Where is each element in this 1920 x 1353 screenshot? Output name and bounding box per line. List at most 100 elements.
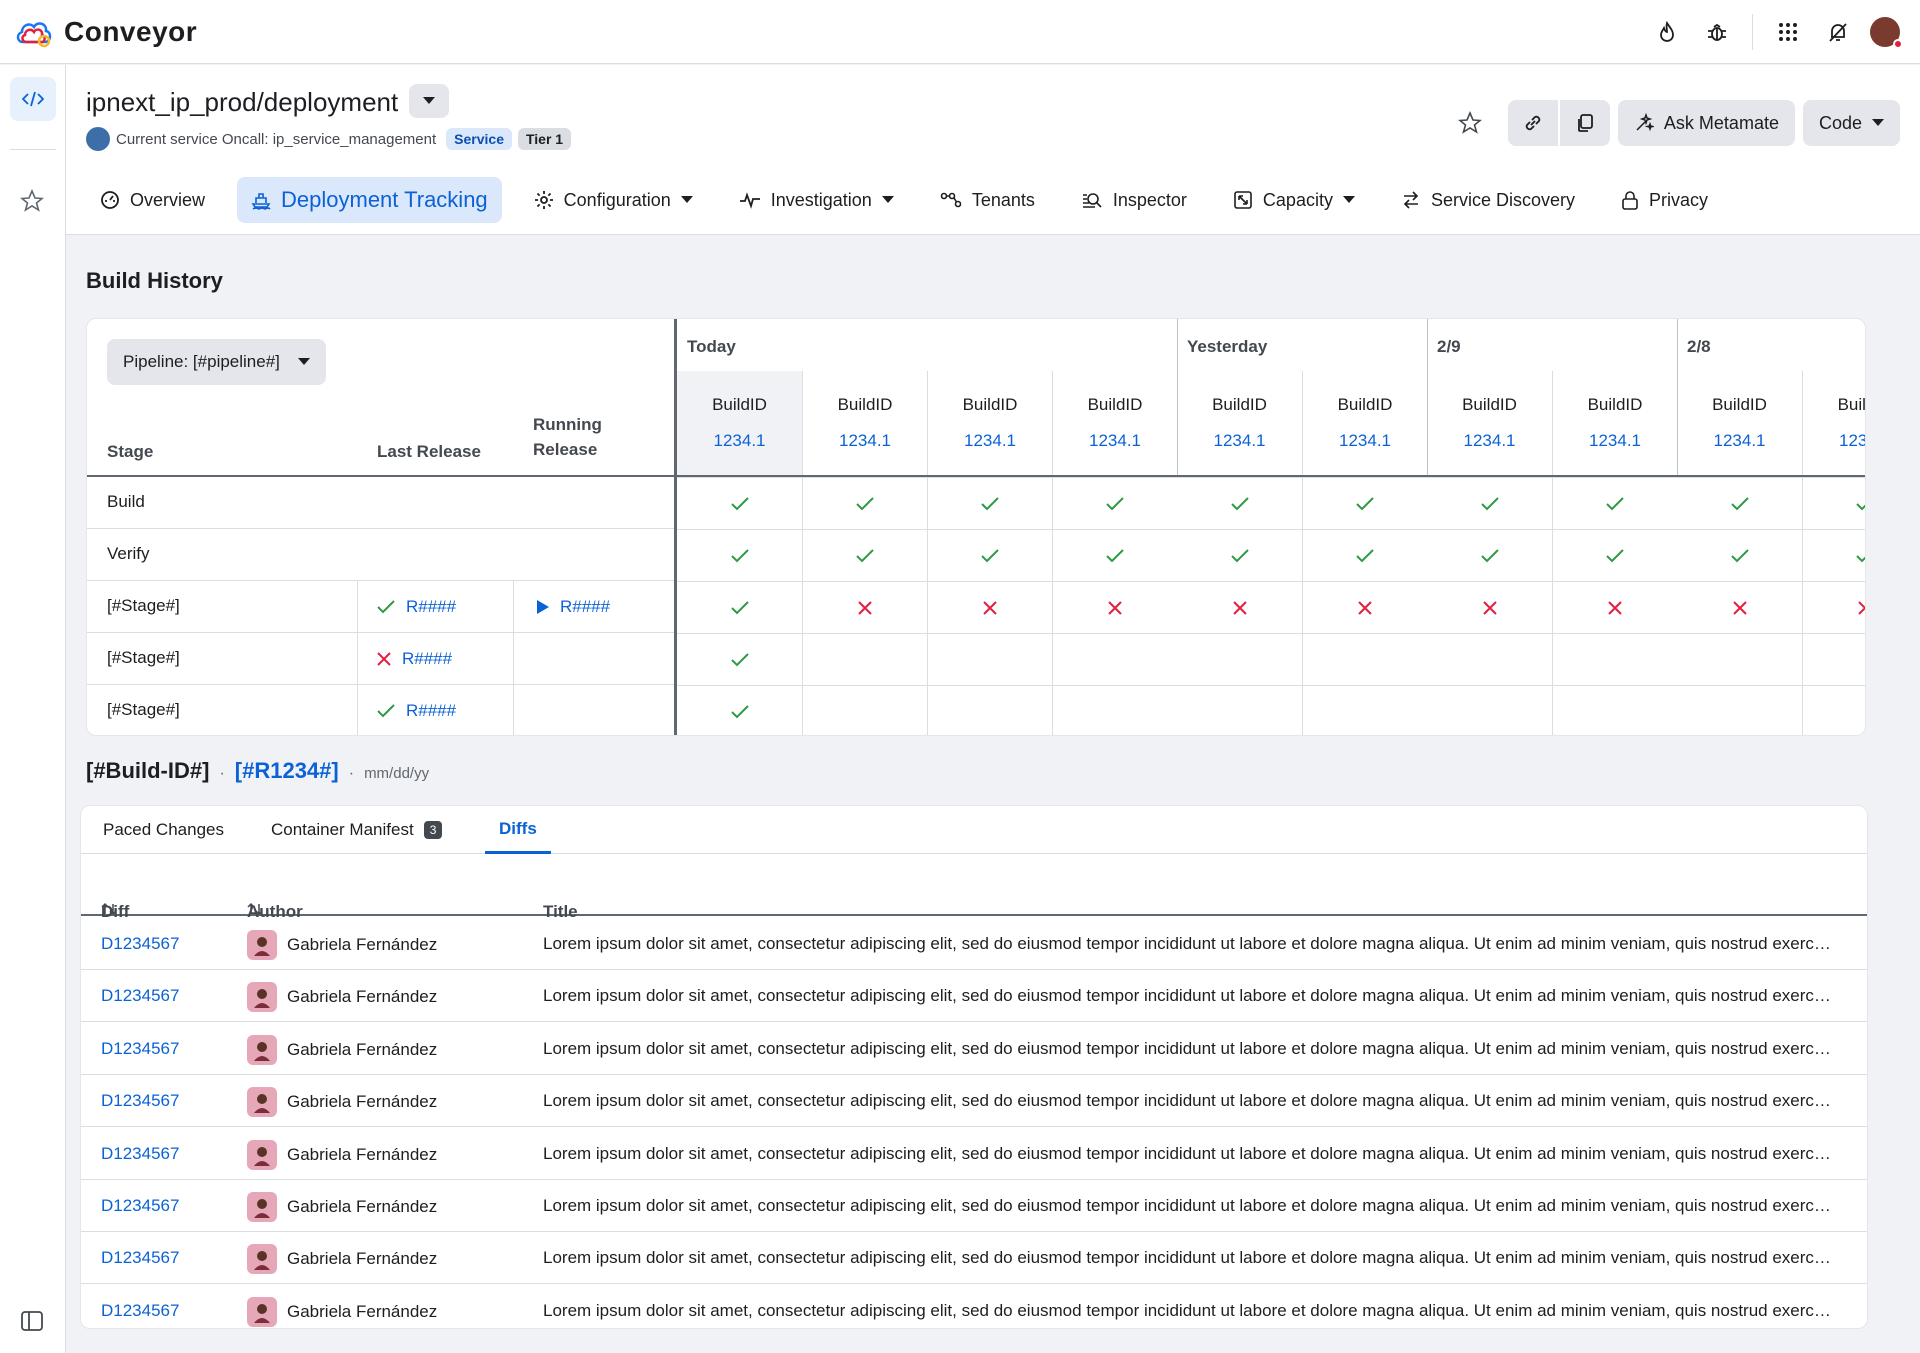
status-cell[interactable] <box>677 529 802 581</box>
tab-diffs[interactable]: Diffs <box>485 806 551 854</box>
author-avatar[interactable] <box>247 1139 277 1170</box>
status-cell[interactable] <box>1053 581 1177 633</box>
status-cell[interactable] <box>1677 581 1802 633</box>
status-cell[interactable] <box>1553 529 1677 581</box>
status-cell[interactable] <box>1303 477 1427 529</box>
status-cell[interactable] <box>1803 581 1865 633</box>
status-cell[interactable] <box>1053 477 1177 529</box>
status-cell[interactable] <box>677 581 802 633</box>
status-cell[interactable] <box>803 581 927 633</box>
tab-capacity[interactable]: Capacity <box>1219 177 1369 223</box>
author-name[interactable]: Gabriela Fernández <box>287 987 437 1007</box>
tab-privacy[interactable]: Privacy <box>1607 177 1722 223</box>
author-avatar[interactable] <box>247 1192 277 1222</box>
diff-link[interactable]: D1234567 <box>101 1039 179 1059</box>
diff-title[interactable]: Lorem ipsum dolor sit amet, consectetur … <box>543 1039 1833 1059</box>
build-number-link[interactable]: 1234.1 <box>928 431 1052 451</box>
build-number-link[interactable]: 1234.1 <box>1803 431 1865 451</box>
status-cell[interactable] <box>1303 529 1427 581</box>
status-cell[interactable] <box>803 477 927 529</box>
star-icon[interactable] <box>1450 100 1490 146</box>
brand[interactable]: Conveyor <box>14 14 197 50</box>
diff-link[interactable]: D1234567 <box>101 1144 179 1164</box>
status-cell[interactable] <box>1303 581 1427 633</box>
tab-inspector[interactable]: Inspector <box>1067 177 1201 223</box>
service-dropdown-button[interactable] <box>409 84 449 118</box>
status-cell[interactable] <box>677 633 802 685</box>
status-cell[interactable] <box>1177 581 1302 633</box>
status-cell[interactable] <box>1677 529 1802 581</box>
code-dropdown-button[interactable]: Code <box>1802 100 1900 146</box>
oncall-avatar[interactable] <box>86 127 110 151</box>
last-release-link[interactable]: R#### <box>402 649 452 669</box>
status-cell[interactable] <box>1053 529 1177 581</box>
release-link[interactable]: [#R1234#] <box>235 758 339 784</box>
tab-deployment-tracking[interactable]: Deployment Tracking <box>237 177 502 223</box>
build-number-link[interactable]: 1234.1 <box>677 431 802 451</box>
diff-title[interactable]: Lorem ipsum dolor sit amet, consectetur … <box>543 1091 1833 1111</box>
status-cell[interactable] <box>1803 529 1865 581</box>
author-avatar[interactable] <box>247 1296 277 1327</box>
build-number-link[interactable]: 1234.1 <box>1177 431 1302 451</box>
tab-paced-changes[interactable]: Paced Changes <box>103 806 224 854</box>
apps-grid-icon[interactable] <box>1770 14 1806 50</box>
status-cell[interactable] <box>1177 529 1302 581</box>
status-cell[interactable] <box>1427 581 1552 633</box>
status-cell[interactable] <box>1553 477 1677 529</box>
build-number-link[interactable]: 1234.1 <box>1677 431 1802 451</box>
tab-service-discovery[interactable]: Service Discovery <box>1387 177 1589 223</box>
running-release-link[interactable]: R#### <box>560 597 610 617</box>
diff-title[interactable]: Lorem ipsum dolor sit amet, consectetur … <box>543 1248 1833 1268</box>
pipeline-dropdown[interactable]: Pipeline: [#pipeline#] <box>107 339 326 385</box>
author-avatar[interactable] <box>247 1087 277 1118</box>
collapse-sidebar-icon[interactable] <box>21 1311 43 1331</box>
bug-icon[interactable] <box>1699 14 1735 50</box>
last-release-link[interactable]: R#### <box>406 701 456 721</box>
diff-link[interactable]: D1234567 <box>101 934 179 954</box>
author-name[interactable]: Gabriela Fernández <box>287 1249 437 1269</box>
author-name[interactable]: Gabriela Fernández <box>287 1302 437 1322</box>
diff-link[interactable]: D1234567 <box>101 1091 179 1111</box>
user-avatar[interactable] <box>1870 17 1903 49</box>
tab-tenants[interactable]: Tenants <box>926 177 1049 223</box>
status-cell[interactable] <box>1427 477 1552 529</box>
author-avatar[interactable] <box>247 1244 277 1275</box>
status-cell[interactable] <box>677 685 802 735</box>
author-avatar[interactable] <box>247 930 277 960</box>
flame-icon[interactable] <box>1649 14 1685 50</box>
copy-button[interactable] <box>1559 100 1610 146</box>
status-cell[interactable] <box>1803 477 1865 529</box>
status-cell[interactable] <box>928 581 1052 633</box>
diff-title[interactable]: Lorem ipsum dolor sit amet, consectetur … <box>543 1301 1833 1321</box>
favorites-star-icon[interactable] <box>20 189 44 213</box>
tab-investigation[interactable]: Investigation <box>725 177 908 223</box>
status-cell[interactable] <box>928 477 1052 529</box>
build-number-link[interactable]: 1234.1 <box>1553 431 1677 451</box>
status-cell[interactable] <box>928 529 1052 581</box>
diff-link[interactable]: D1234567 <box>101 986 179 1006</box>
build-number-link[interactable]: 1234.1 <box>1053 431 1177 451</box>
status-cell[interactable] <box>677 477 802 529</box>
author-name[interactable]: Gabriela Fernández <box>287 1092 437 1112</box>
diff-title[interactable]: Lorem ipsum dolor sit amet, consectetur … <box>543 1196 1833 1216</box>
author-name[interactable]: Gabriela Fernández <box>287 1197 437 1217</box>
status-cell[interactable] <box>803 529 927 581</box>
author-name[interactable]: Gabriela Fernández <box>287 1145 437 1165</box>
author-avatar[interactable] <box>247 982 277 1013</box>
build-number-link[interactable]: 1234.1 <box>1427 431 1552 451</box>
diff-link[interactable]: D1234567 <box>101 1301 179 1321</box>
author-avatar[interactable] <box>247 1034 277 1065</box>
diff-link[interactable]: D1234567 <box>101 1248 179 1268</box>
build-number-link[interactable]: 1234.1 <box>1303 431 1427 451</box>
ask-metamate-button[interactable]: Ask Metamate <box>1617 100 1795 146</box>
diff-title[interactable]: Lorem ipsum dolor sit amet, consectetur … <box>543 934 1833 954</box>
diff-title[interactable]: Lorem ipsum dolor sit amet, consectetur … <box>543 1144 1833 1164</box>
status-cell[interactable] <box>1177 477 1302 529</box>
diff-title[interactable]: Lorem ipsum dolor sit amet, consectetur … <box>543 986 1833 1006</box>
last-release-link[interactable]: R#### <box>406 597 456 617</box>
diff-link[interactable]: D1234567 <box>101 1196 179 1216</box>
tab-container-manifest[interactable]: Container Manifest 3 <box>271 806 443 854</box>
build-number-link[interactable]: 1234.1 <box>803 431 927 451</box>
notifications-off-icon[interactable] <box>1820 14 1856 50</box>
status-cell[interactable] <box>1677 477 1802 529</box>
